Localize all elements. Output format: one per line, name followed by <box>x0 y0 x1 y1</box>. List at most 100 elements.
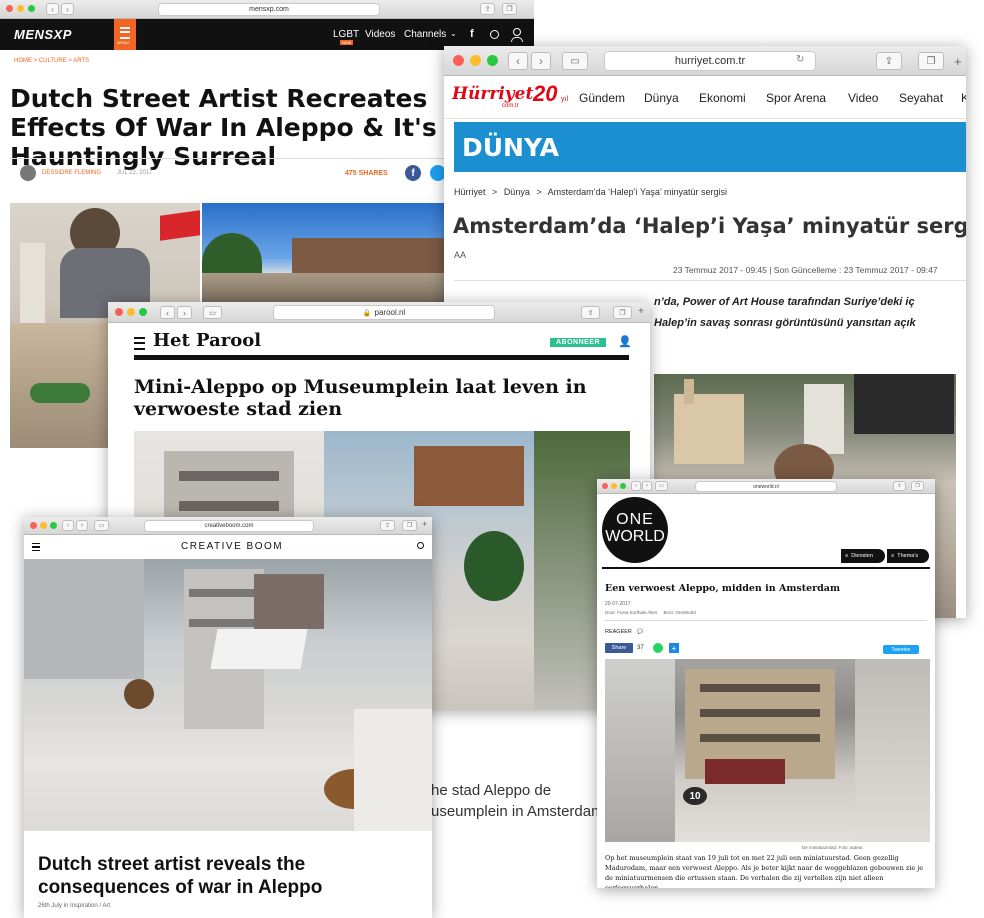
share-icon[interactable]: ⇪ <box>380 520 395 531</box>
share-icon[interactable]: ⇪ <box>893 481 906 491</box>
nav-lgbt[interactable]: LGBT <box>333 29 359 40</box>
add-share-icon[interactable]: + <box>669 643 679 653</box>
site-nav: Hürriyet com.tr 20 yıl Gündem Dünya Ekon… <box>444 76 966 119</box>
menu-diensten[interactable]: ≡ Diensten <box>841 549 885 563</box>
back-icon[interactable]: ‹ <box>631 481 641 491</box>
site-logo[interactable]: CREATIVE BOOM <box>181 541 283 552</box>
breadcrumb-dunya[interactable]: Dünya <box>504 187 530 197</box>
menu-themas[interactable]: ≡ Thema's <box>887 549 929 563</box>
facebook-share-button[interactable]: Share <box>605 643 633 653</box>
tabs-icon[interactable]: ❐ <box>613 306 632 319</box>
sidebar-icon[interactable]: ▭ <box>562 52 588 70</box>
forward-icon[interactable]: › <box>642 481 652 491</box>
hamburger-icon <box>120 27 130 39</box>
section-banner: DÜNYA <box>454 122 966 172</box>
zoom-icon[interactable] <box>487 55 498 66</box>
address-bar[interactable]: creativeboom.com <box>144 520 314 532</box>
reload-icon[interactable]: ↻ <box>796 54 804 65</box>
menu-label: MENU <box>117 40 129 45</box>
forward-icon[interactable]: › <box>177 306 192 319</box>
facebook-icon[interactable]: f <box>470 28 474 40</box>
lock-icon: 🔒 <box>362 309 372 317</box>
sidebar-icon[interactable]: ▭ <box>203 306 222 319</box>
site-logo[interactable]: ONE WORLD <box>602 497 668 563</box>
close-icon[interactable] <box>453 55 464 66</box>
zoom-icon[interactable] <box>50 522 57 529</box>
site-logo[interactable]: MENSXP <box>14 27 72 42</box>
tabs-icon[interactable]: ❐ <box>502 3 517 15</box>
share-icon[interactable]: ⇪ <box>581 306 600 319</box>
forward-icon[interactable]: › <box>61 3 74 15</box>
tabs-icon[interactable]: ❐ <box>911 481 924 491</box>
react-link[interactable]: REAGEER <box>605 629 632 635</box>
nav-spor-arena[interactable]: Spor Arena <box>766 91 826 105</box>
minimize-icon[interactable] <box>17 5 24 12</box>
back-icon[interactable]: ‹ <box>508 52 528 70</box>
back-icon[interactable]: ‹ <box>46 3 59 15</box>
address-bar[interactable]: 🔒 parool.nl <box>273 305 495 320</box>
sidebar-icon[interactable]: ▭ <box>655 481 668 491</box>
site-logo[interactable]: Hürriyet <box>452 84 533 104</box>
news-source: AA <box>454 250 467 260</box>
back-icon[interactable]: ‹ <box>160 306 175 319</box>
tweet-button[interactable]: Tweeten <box>883 645 919 654</box>
nav-gundem[interactable]: Gündem <box>579 91 625 105</box>
whatsapp-icon[interactable] <box>653 643 663 653</box>
forward-icon[interactable]: › <box>531 52 551 70</box>
url-text: hurriyet.com.tr <box>674 55 746 67</box>
menu-button[interactable]: MENU <box>114 19 136 50</box>
tabs-icon[interactable]: ❐ <box>402 520 417 531</box>
tabs-icon[interactable]: ❐ <box>918 52 944 70</box>
close-icon[interactable] <box>30 522 37 529</box>
author-name[interactable]: DESSIDRE FLEMING <box>42 170 101 176</box>
nav-channels[interactable]: Channels <box>404 29 446 40</box>
new-tab-icon[interactable]: + <box>954 54 962 69</box>
breadcrumb[interactable]: HOME > CULTURE > ARTS <box>14 58 89 64</box>
minimize-icon[interactable] <box>127 308 135 316</box>
menu-icon: ≡ <box>891 553 895 559</box>
nav-dunya[interactable]: Dünya <box>644 91 679 105</box>
new-tab-icon[interactable]: + <box>638 306 644 317</box>
nav-videos[interactable]: Videos <box>365 29 395 40</box>
site-logo[interactable]: Het Parool <box>153 330 261 351</box>
url-text: creativeboom.com <box>204 523 254 529</box>
article-headline: Dutch street artist reveals the conseque… <box>38 854 323 898</box>
address-bar[interactable]: hurriyet.com.tr <box>604 51 816 71</box>
anniversary-suffix: yıl <box>561 96 568 103</box>
url-text: oneworld.nl <box>753 483 779 490</box>
search-icon[interactable] <box>417 542 424 549</box>
minimize-icon[interactable] <box>470 55 481 66</box>
url-text: mensxp.com <box>249 6 289 13</box>
browser-window-creativeboom: ‹ › ▭ creativeboom.com ⇪ ❐ + CREATIVE BO… <box>24 517 432 918</box>
sidebar-icon[interactable]: ▭ <box>94 520 109 531</box>
zoom-icon[interactable] <box>139 308 147 316</box>
nav-video[interactable]: Video <box>848 91 878 105</box>
subscribe-button[interactable]: ABONNEER <box>550 338 607 347</box>
share-icon[interactable]: ⇪ <box>480 3 495 15</box>
new-tab-icon[interactable]: + <box>422 519 427 529</box>
share-icon[interactable]: ⇪ <box>876 52 902 70</box>
zoom-icon[interactable] <box>28 5 35 12</box>
user-icon[interactable]: 👤 <box>618 335 632 348</box>
minimize-icon[interactable] <box>611 483 617 489</box>
minimize-icon[interactable] <box>40 522 47 529</box>
article-date: 20-07-2017 <box>605 601 631 607</box>
nav-ekonomi[interactable]: Ekonomi <box>699 91 746 105</box>
breadcrumb-home[interactable]: Hürriyet <box>454 187 486 197</box>
user-icon[interactable] <box>513 28 521 36</box>
back-icon[interactable]: ‹ <box>62 520 74 531</box>
close-icon[interactable] <box>115 308 123 316</box>
close-icon[interactable] <box>602 483 608 489</box>
nav-more[interactable]: K <box>961 91 966 105</box>
search-icon[interactable] <box>490 30 499 39</box>
article-photo <box>24 559 432 831</box>
zoom-icon[interactable] <box>620 483 626 489</box>
address-bar[interactable]: oneworld.nl <box>695 481 837 492</box>
browser-window-oneworld: ‹ › ▭ oneworld.nl ⇪ ❐ ONE WORLD ≡ Dienste… <box>597 479 935 888</box>
address-bar[interactable]: mensxp.com <box>158 3 380 16</box>
article-photo: 10 <box>605 659 930 842</box>
facebook-share-icon[interactable]: f <box>405 165 421 181</box>
close-icon[interactable] <box>6 5 13 12</box>
nav-seyahat[interactable]: Seyahat <box>899 91 943 105</box>
forward-icon[interactable]: › <box>76 520 88 531</box>
